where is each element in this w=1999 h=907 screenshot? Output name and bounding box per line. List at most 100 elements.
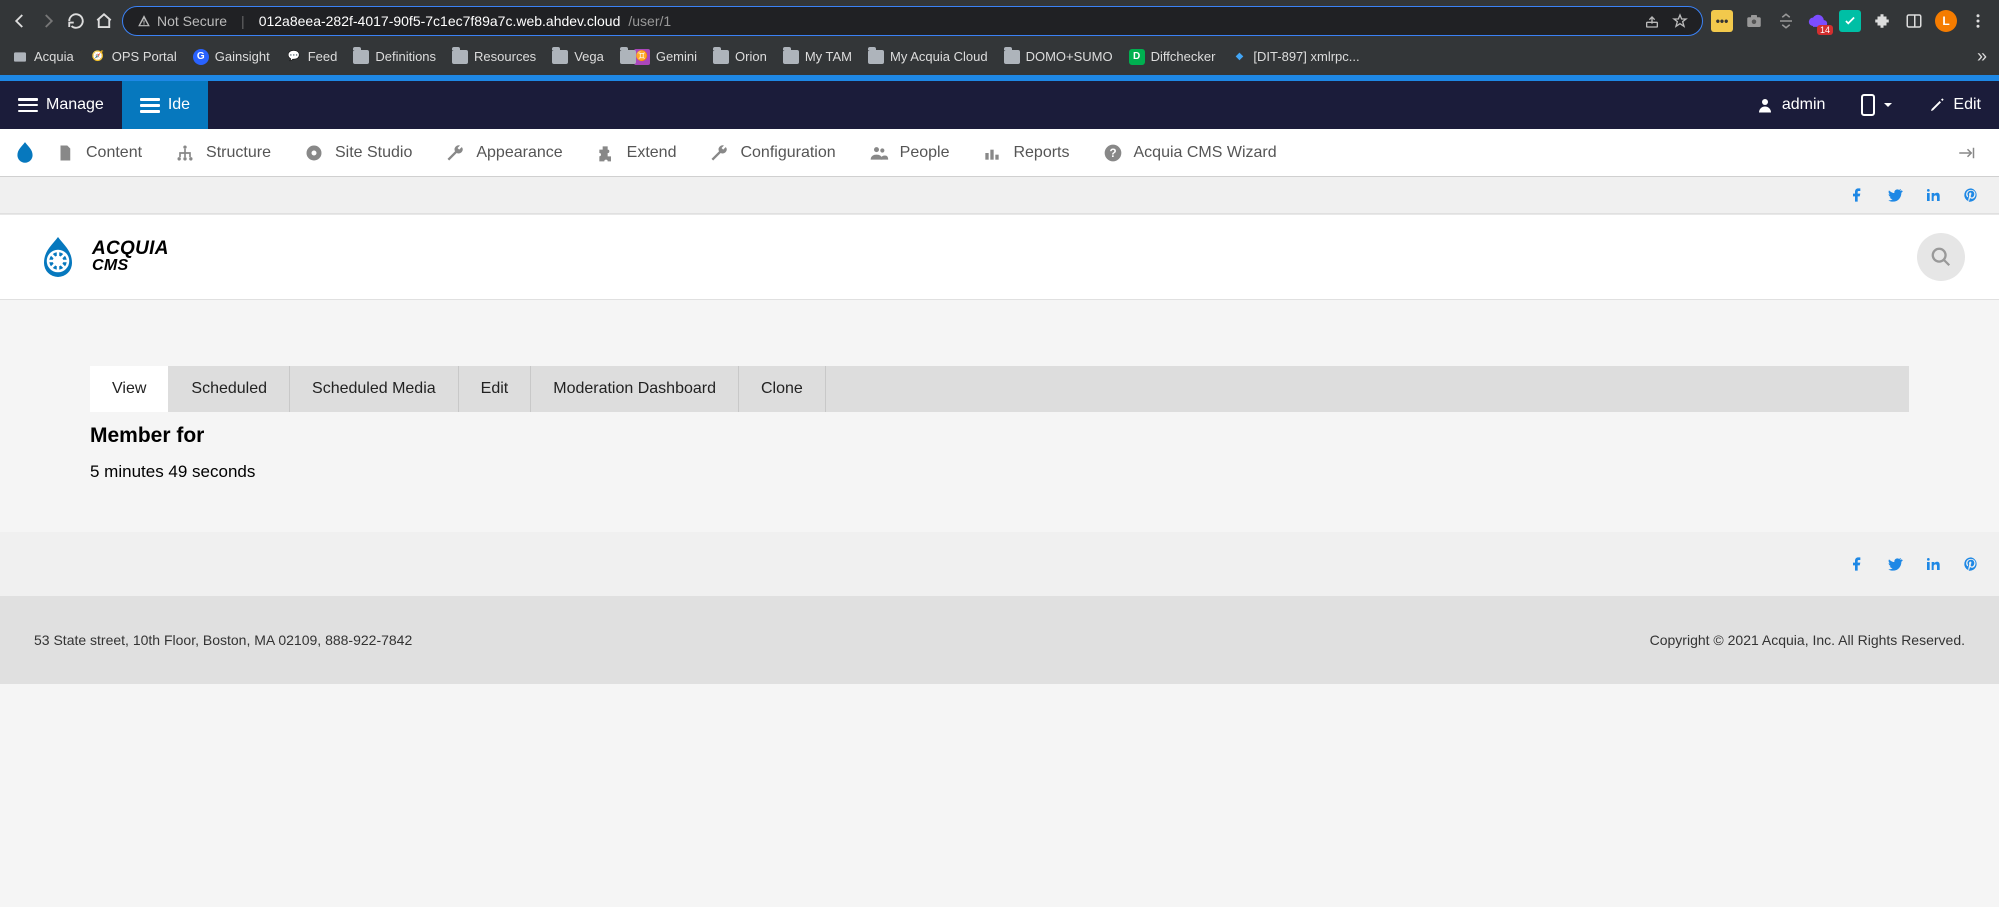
drupal-toolbar: Manage Ide admin Edit — [0, 81, 1999, 129]
ext-icon-check[interactable] — [1839, 10, 1861, 32]
bookmark-gemini[interactable]: ♊Gemini — [620, 49, 697, 65]
home-button[interactable] — [94, 11, 114, 31]
admin-people[interactable]: People — [852, 129, 966, 176]
admin-label: Extend — [627, 144, 677, 162]
toolbar-ide[interactable]: Ide — [122, 81, 208, 129]
browser-toolbar: Not Secure | 012a8eea-282f-4017-90f5-7c1… — [0, 0, 1999, 42]
toolbar-manage-label: Manage — [46, 96, 104, 114]
bookmark-label: My TAM — [805, 49, 852, 64]
admin-reports[interactable]: Reports — [965, 129, 1085, 176]
bookmark-mytam[interactable]: My TAM — [783, 49, 852, 64]
admin-wizard[interactable]: ? Acquia CMS Wizard — [1086, 129, 1293, 176]
puzzle-icon — [595, 142, 617, 164]
tab-moderation[interactable]: Moderation Dashboard — [531, 366, 739, 412]
bookmark-gainsight[interactable]: GGainsight — [193, 49, 270, 65]
search-button[interactable] — [1917, 233, 1965, 281]
social-row-bottom — [0, 532, 1999, 596]
drupal-logo-icon[interactable] — [12, 140, 38, 166]
bookmark-label: Resources — [474, 49, 536, 64]
disc-icon — [303, 142, 325, 164]
bookmark-dit897[interactable]: ◆[DIT-897] xmlrpc... — [1231, 49, 1359, 65]
content-body: Member for 5 minutes 49 seconds — [90, 412, 1909, 482]
star-icon[interactable] — [1672, 13, 1688, 29]
help-icon: ? — [1102, 142, 1124, 164]
hamburger-icon — [18, 98, 38, 112]
forward-button[interactable] — [38, 11, 58, 31]
tab-view[interactable]: View — [90, 366, 169, 412]
collapse-icon — [1957, 144, 1975, 162]
panel-icon[interactable] — [1903, 10, 1925, 32]
site-brand[interactable]: ACQUIA CMS — [34, 233, 169, 281]
browser-chrome: Not Secure | 012a8eea-282f-4017-90f5-7c1… — [0, 0, 1999, 75]
bookmark-myacquia[interactable]: My Acquia Cloud — [868, 49, 988, 64]
bookmark-definitions[interactable]: Definitions — [353, 49, 436, 64]
bookmark-label: DOMO+SUMO — [1026, 49, 1113, 64]
pinterest-icon[interactable] — [1963, 187, 1979, 203]
tabs-remainder — [826, 366, 1909, 412]
bookmarks-bar: Acquia 🧭OPS Portal GGainsight 💬Feed Defi… — [0, 42, 1999, 75]
chrome-actions: ••• 14 L — [1711, 10, 1989, 32]
bookmark-diffchecker[interactable]: DDiffchecker — [1129, 49, 1216, 65]
reload-button[interactable] — [66, 11, 86, 31]
admin-label: Reports — [1013, 144, 1069, 162]
bookmark-resources[interactable]: Resources — [452, 49, 536, 64]
admin-appearance[interactable]: Appearance — [428, 129, 578, 176]
admin-structure[interactable]: Structure — [158, 129, 287, 176]
bookmark-label: Diffchecker — [1151, 49, 1216, 64]
ext-icon-cloud[interactable]: 14 — [1807, 10, 1829, 32]
facebook-icon[interactable] — [1849, 187, 1865, 203]
svg-text:?: ? — [1109, 147, 1116, 160]
toolbar-manage[interactable]: Manage — [0, 81, 122, 129]
chart-icon — [981, 142, 1003, 164]
bookmark-vega[interactable]: Vega — [552, 49, 604, 64]
user-icon — [1756, 96, 1774, 114]
list-icon — [140, 98, 160, 113]
facebook-icon[interactable] — [1849, 556, 1865, 572]
ext-icon-1[interactable]: ••• — [1711, 10, 1733, 32]
tab-scheduled-media[interactable]: Scheduled Media — [290, 366, 459, 412]
linkedin-icon[interactable] — [1925, 187, 1941, 203]
address-bar[interactable]: Not Secure | 012a8eea-282f-4017-90f5-7c1… — [122, 6, 1703, 36]
bookmark-orion[interactable]: Orion — [713, 49, 767, 64]
ext-icon-camera[interactable] — [1743, 10, 1765, 32]
admin-collapse[interactable] — [1939, 144, 1993, 162]
admin-menu: Content Structure Site Studio Appearance… — [0, 129, 1999, 177]
pinterest-icon[interactable] — [1963, 556, 1979, 572]
toolbar-edit[interactable]: Edit — [1911, 81, 1999, 129]
admin-extend[interactable]: Extend — [579, 129, 693, 176]
ext-badge: 14 — [1817, 25, 1833, 35]
not-secure-warning: Not Secure — [137, 13, 227, 29]
tab-edit[interactable]: Edit — [459, 366, 532, 412]
toolbar-device[interactable] — [1843, 81, 1911, 129]
wrench-icon — [444, 142, 466, 164]
bookmark-ops[interactable]: 🧭OPS Portal — [90, 49, 177, 65]
admin-sitestudio[interactable]: Site Studio — [287, 129, 428, 176]
toolbar-user[interactable]: admin — [1738, 81, 1844, 129]
footer-copyright: Copyright © 2021 Acquia, Inc. All Rights… — [1650, 632, 1965, 648]
tool-icon — [708, 142, 730, 164]
bookmarks-overflow[interactable]: » — [1977, 46, 1987, 67]
twitter-icon[interactable] — [1887, 187, 1903, 203]
linkedin-icon[interactable] — [1925, 556, 1941, 572]
share-icon[interactable] — [1644, 13, 1660, 29]
back-button[interactable] — [10, 11, 30, 31]
extensions-icon[interactable] — [1871, 10, 1893, 32]
member-for-heading: Member for — [90, 424, 1909, 448]
bookmark-acquia[interactable]: Acquia — [12, 49, 74, 65]
admin-content[interactable]: Content — [38, 129, 158, 176]
bookmark-label: Orion — [735, 49, 767, 64]
admin-configuration[interactable]: Configuration — [692, 129, 851, 176]
brand-text: ACQUIA CMS — [92, 240, 169, 273]
menu-dots-icon[interactable] — [1967, 10, 1989, 32]
tab-clone[interactable]: Clone — [739, 366, 826, 412]
bookmark-label: Vega — [574, 49, 604, 64]
bookmark-domo[interactable]: DOMO+SUMO — [1004, 49, 1113, 64]
bookmark-feed[interactable]: 💬Feed — [286, 49, 338, 65]
site-header: ACQUIA CMS — [0, 214, 1999, 300]
social-row-top — [0, 177, 1999, 214]
tab-scheduled[interactable]: Scheduled — [169, 366, 290, 412]
pencil-icon — [1929, 97, 1945, 113]
ext-icon-recycle[interactable] — [1775, 10, 1797, 32]
twitter-icon[interactable] — [1887, 556, 1903, 572]
profile-avatar[interactable]: L — [1935, 10, 1957, 32]
